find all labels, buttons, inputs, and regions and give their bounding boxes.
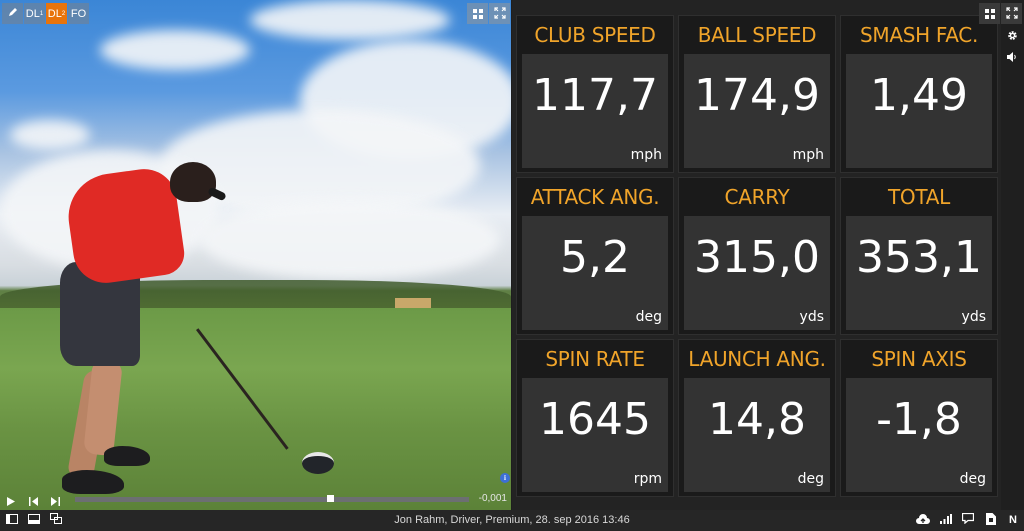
metric-title: SPIN AXIS bbox=[871, 347, 967, 371]
grid-icon bbox=[472, 4, 483, 23]
metric-title: SMASH FAC. bbox=[859, 23, 979, 47]
metric-tile[interactable]: CARRY 315,0 yds bbox=[678, 177, 836, 335]
video-player[interactable]: DL 1 DL 2 FO i -0,001 bbox=[0, 0, 511, 510]
settings-button[interactable] bbox=[1002, 25, 1023, 46]
metric-tile[interactable]: SPIN RATE 1645 rpm bbox=[516, 339, 674, 497]
document-icon bbox=[986, 512, 996, 528]
metric-tile[interactable]: SMASH FAC. 1,49 bbox=[840, 15, 998, 173]
metrics-fullscreen-button[interactable] bbox=[1001, 3, 1022, 24]
view-subscript: 2 bbox=[61, 10, 66, 17]
metric-body: 353,1 yds bbox=[846, 216, 992, 330]
metric-tile[interactable]: TOTAL 353,1 yds bbox=[840, 177, 998, 335]
metric-unit: mph bbox=[630, 147, 662, 163]
metric-title: CLUB SPEED bbox=[534, 23, 656, 47]
chat-button[interactable] bbox=[959, 512, 977, 527]
metric-unit: rpm bbox=[633, 471, 662, 487]
signal-button[interactable] bbox=[937, 513, 955, 527]
metric-body: 315,0 yds bbox=[684, 216, 830, 330]
mode-indicator[interactable]: N bbox=[1004, 513, 1022, 527]
metric-value: -1,8 bbox=[876, 394, 962, 445]
info-icon[interactable]: i bbox=[500, 473, 510, 483]
metric-title: CARRY bbox=[724, 185, 790, 209]
metric-body: 1,49 bbox=[846, 54, 992, 168]
chat-icon bbox=[961, 512, 975, 527]
pencil-icon bbox=[8, 7, 18, 20]
metric-body: 1645 rpm bbox=[522, 378, 668, 492]
view-label: FO bbox=[70, 7, 87, 20]
view-fo-button[interactable]: FO bbox=[68, 3, 89, 24]
metric-value: 353,1 bbox=[856, 232, 982, 283]
play-button[interactable] bbox=[0, 490, 22, 510]
sky-cloud bbox=[250, 0, 450, 40]
timeline-slider[interactable] bbox=[75, 495, 469, 502]
metrics-layout-button[interactable] bbox=[979, 3, 1000, 24]
metric-body: -1,8 deg bbox=[846, 378, 992, 492]
metric-tile[interactable]: LAUNCH ANG. 14,8 deg bbox=[678, 339, 836, 497]
side-rail bbox=[979, 0, 1024, 510]
club-head bbox=[302, 452, 334, 474]
fullscreen-icon bbox=[493, 4, 506, 23]
metric-title: LAUNCH ANG. bbox=[688, 347, 826, 371]
step-forward-icon bbox=[50, 491, 60, 510]
app-window: DL 1 DL 2 FO i -0,001 CLUB SPEED 117,7 m… bbox=[0, 0, 1024, 531]
video-fullscreen-button[interactable] bbox=[489, 3, 510, 24]
cloud-upload-button[interactable] bbox=[914, 513, 932, 527]
metric-unit: yds bbox=[961, 309, 986, 325]
view-dl2-button[interactable]: DL 2 bbox=[46, 3, 67, 24]
time-readout: -0,001 bbox=[478, 493, 507, 504]
golfer-head bbox=[170, 162, 216, 202]
metric-value: 1645 bbox=[539, 394, 651, 445]
metric-title: TOTAL bbox=[888, 185, 950, 209]
status-bar: Jon Rahm, Driver, Premium, 28. sep 2016 … bbox=[0, 510, 1024, 531]
timeline-thumb[interactable] bbox=[327, 495, 334, 502]
grid-icon bbox=[984, 4, 995, 23]
metric-tile[interactable]: SPIN AXIS -1,8 deg bbox=[840, 339, 998, 497]
cloud-upload-icon bbox=[916, 513, 930, 527]
info-glyph: i bbox=[504, 474, 506, 482]
session-info: Jon Rahm, Driver, Premium, 28. sep 2016 … bbox=[394, 514, 630, 526]
video-layout-button[interactable] bbox=[467, 3, 488, 24]
metric-tile[interactable]: ATTACK ANG. 5,2 deg bbox=[516, 177, 674, 335]
metric-tile[interactable]: CLUB SPEED 117,7 mph bbox=[516, 15, 674, 173]
metric-title: BALL SPEED bbox=[697, 23, 817, 47]
step-back-button[interactable] bbox=[22, 490, 44, 510]
metric-value: 5,2 bbox=[560, 232, 630, 283]
play-icon bbox=[7, 491, 15, 510]
sky-cloud bbox=[200, 200, 500, 280]
metric-title: SPIN RATE bbox=[545, 347, 645, 371]
metric-unit: mph bbox=[792, 147, 824, 163]
metric-unit: deg bbox=[635, 309, 662, 325]
metric-value: 1,49 bbox=[870, 70, 968, 121]
view-label: DL bbox=[47, 7, 62, 20]
metric-title: ATTACK ANG. bbox=[530, 185, 660, 209]
metric-body: 117,7 mph bbox=[522, 54, 668, 168]
gear-icon bbox=[1007, 26, 1018, 45]
metric-value: 14,8 bbox=[708, 394, 806, 445]
draw-tool-button[interactable] bbox=[2, 3, 23, 24]
step-forward-button[interactable] bbox=[44, 490, 66, 510]
metric-body: 174,9 mph bbox=[684, 54, 830, 168]
metric-value: 174,9 bbox=[694, 70, 820, 121]
speaker-icon bbox=[1007, 47, 1018, 66]
fullscreen-icon bbox=[1005, 4, 1018, 23]
step-back-icon bbox=[28, 491, 38, 510]
view-label: DL bbox=[25, 7, 40, 20]
signal-bars-icon bbox=[940, 513, 952, 527]
document-button[interactable] bbox=[982, 512, 1000, 528]
view-dl1-button[interactable]: DL 1 bbox=[24, 3, 45, 24]
playback-bar: -0,001 bbox=[0, 490, 511, 510]
view-subscript: 1 bbox=[39, 10, 44, 17]
metric-unit: deg bbox=[959, 471, 986, 487]
metric-unit: deg bbox=[797, 471, 824, 487]
metric-tile[interactable]: BALL SPEED 174,9 mph bbox=[678, 15, 836, 173]
sound-button[interactable] bbox=[1002, 46, 1023, 67]
sky-cloud bbox=[100, 30, 250, 70]
metric-value: 315,0 bbox=[694, 232, 820, 283]
metric-value: 117,7 bbox=[532, 70, 658, 121]
metric-body: 14,8 deg bbox=[684, 378, 830, 492]
metric-unit: yds bbox=[799, 309, 824, 325]
sky-cloud bbox=[10, 120, 90, 150]
metric-body: 5,2 deg bbox=[522, 216, 668, 330]
